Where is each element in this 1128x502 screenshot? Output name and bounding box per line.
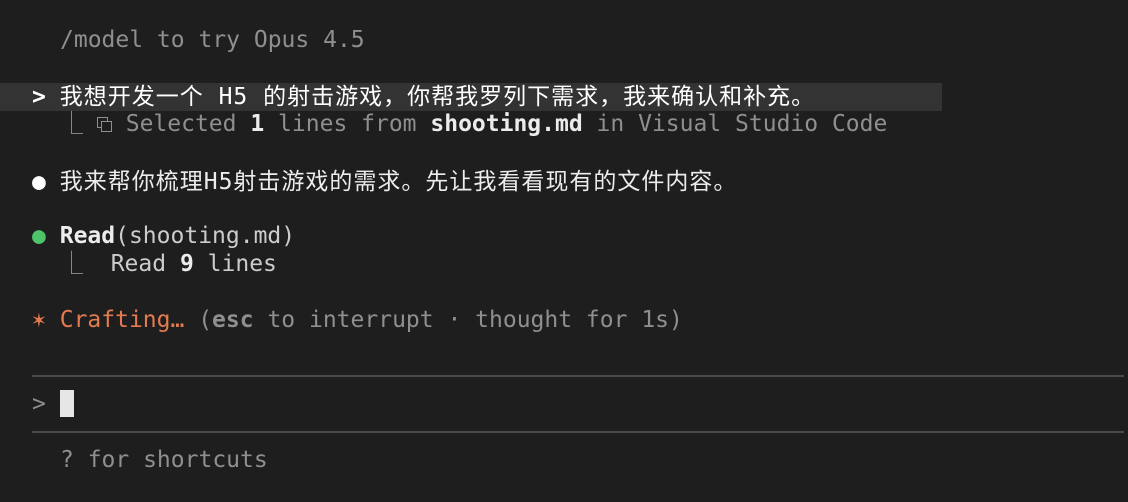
text-cursor <box>59 390 74 417</box>
tool-result-count: 9 <box>179 251 194 277</box>
status-line: ✶ Crafting… (esc to interrupt · thought … <box>32 306 683 334</box>
input-divider-bottom <box>32 431 1124 433</box>
context-text: lines from <box>264 111 431 137</box>
context-line-count: 1 <box>250 111 265 137</box>
user-message-text: 我想开发一个 H5 的射击游戏，你帮我罗列下需求，我来确认和补充。 <box>59 84 816 110</box>
assistant-bullet-icon: ● <box>32 169 46 195</box>
context-text: in Visual Studio Code <box>582 111 888 137</box>
tool-result: ⎿ Read 9 lines <box>60 250 277 278</box>
tool-args: (shooting.md) <box>115 223 296 249</box>
model-hint: /model to try Opus 4.5 <box>60 27 365 53</box>
tool-status-bullet-icon: ● <box>32 223 46 249</box>
status-paren: ( <box>184 307 213 333</box>
tree-connector-icon: ⎿ <box>60 251 83 277</box>
input-divider-top <box>32 375 1124 377</box>
status-hint: to interrupt · thought for 1s) <box>253 307 683 333</box>
tool-result-text: Read <box>110 251 180 277</box>
copy-icon <box>96 117 112 132</box>
input-row[interactable]: > <box>32 390 74 418</box>
selection-context: ⎿ Selected 1 lines from shooting.md in V… <box>60 110 887 138</box>
input-prompt-marker: > <box>32 391 46 417</box>
user-message: > 我想开发一个 H5 的射击游戏，你帮我罗列下需求，我来确认和补充。 <box>0 83 942 111</box>
tool-name: Read <box>59 223 116 249</box>
context-text: Selected <box>125 111 251 137</box>
interrupt-key: esc <box>212 307 254 333</box>
spinner-icon: ✶ <box>32 307 46 333</box>
shortcuts-hint: ? for shortcuts <box>60 447 268 473</box>
tree-connector-icon: ⎿ <box>60 111 83 137</box>
context-file-name: shooting.md <box>430 111 583 137</box>
assistant-message-text: 我来帮你梳理H5射击游戏的需求。先让我看看现有的文件内容。 <box>59 169 738 195</box>
tool-result-text: lines <box>193 251 277 277</box>
tool-call: ● Read(shooting.md) <box>32 222 295 250</box>
status-label: Crafting… <box>59 307 185 333</box>
assistant-message: ● 我来帮你梳理H5射击游戏的需求。先让我看看现有的文件内容。 <box>32 168 737 196</box>
user-prompt-marker: > <box>32 84 46 110</box>
